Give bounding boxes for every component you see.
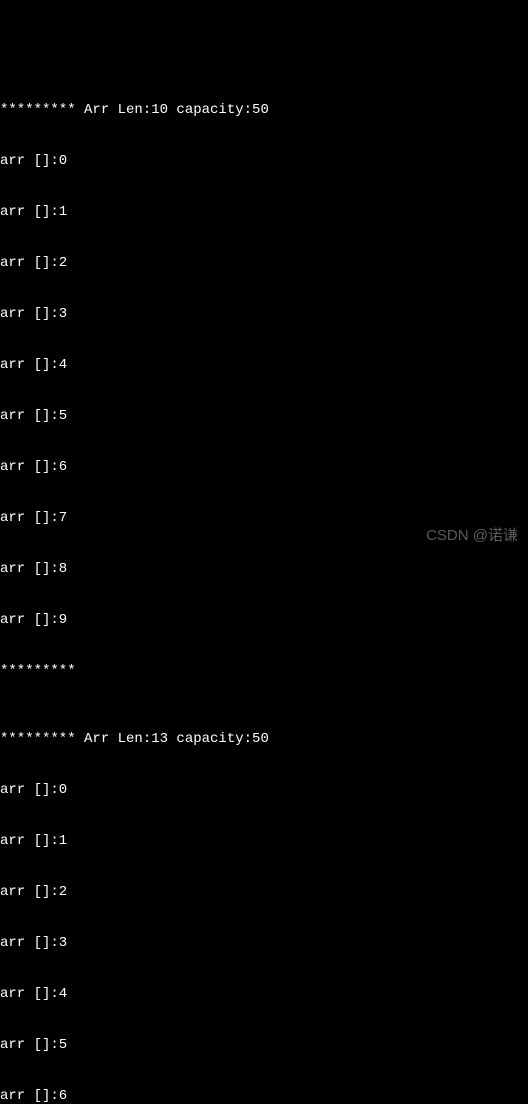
array-item: arr []:6 [0, 459, 528, 476]
array-item: arr []:5 [0, 1037, 528, 1054]
terminal-output: ********* Arr Len:10 capacity:50 arr []:… [0, 68, 528, 1104]
array-item: arr []:9 [0, 612, 528, 629]
array-item: arr []:3 [0, 306, 528, 323]
array-item: arr []:2 [0, 255, 528, 272]
array-item: arr []:2 [0, 884, 528, 901]
array-item: arr []:6 [0, 1088, 528, 1104]
block-header: ********* Arr Len:13 capacity:50 [0, 731, 528, 748]
array-item: arr []:0 [0, 153, 528, 170]
array-item: arr []:7 [0, 510, 528, 527]
block-header: ********* Arr Len:10 capacity:50 [0, 102, 528, 119]
array-item: arr []:4 [0, 357, 528, 374]
array-item: arr []:4 [0, 986, 528, 1003]
array-item: arr []:1 [0, 204, 528, 221]
array-item: arr []:8 [0, 561, 528, 578]
block-footer: ********* [0, 663, 528, 680]
array-item: arr []:3 [0, 935, 528, 952]
array-item: arr []:0 [0, 782, 528, 799]
array-item: arr []:1 [0, 833, 528, 850]
array-item: arr []:5 [0, 408, 528, 425]
